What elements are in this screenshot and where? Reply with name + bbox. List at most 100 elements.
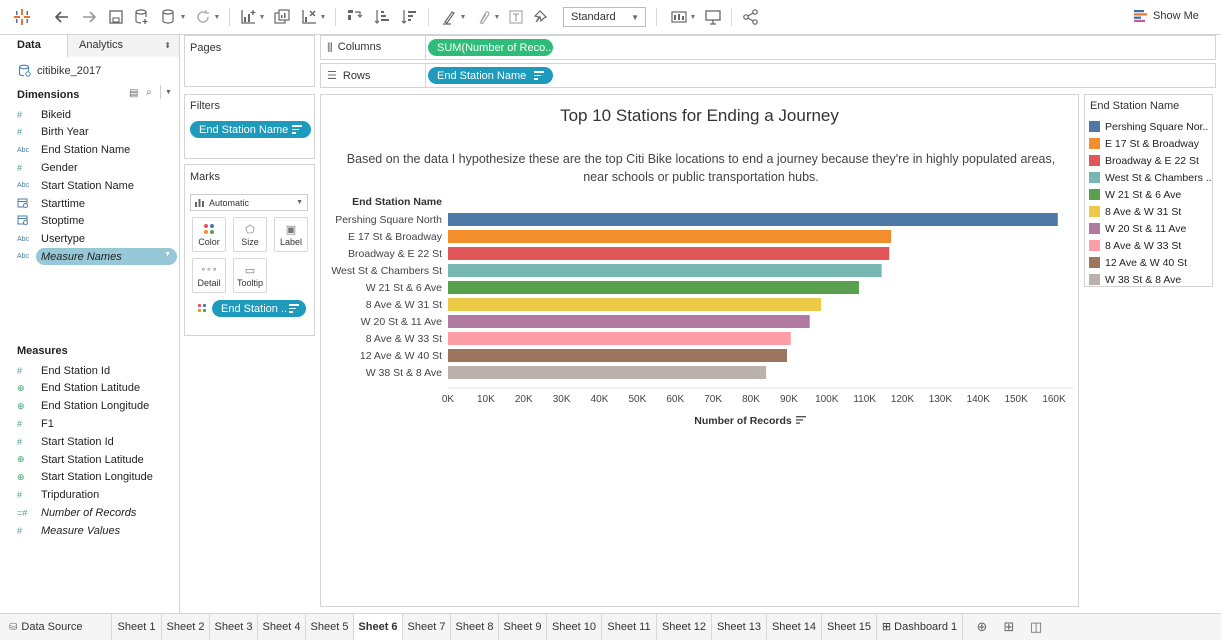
sheet-tab[interactable]: Sheet 2 bbox=[162, 614, 210, 640]
legend-item[interactable]: Broadway & E 22 St bbox=[1089, 152, 1199, 169]
field-item[interactable]: # Measure Values bbox=[17, 522, 120, 539]
sheet-tab[interactable]: Sheet 1 bbox=[112, 614, 162, 640]
columns-shelf[interactable]: ||| Columns SUM(Number of Reco.. bbox=[320, 35, 1216, 60]
label-button[interactable]: ▣ Label bbox=[274, 217, 308, 252]
legend-item[interactable]: W 21 St & 6 Ave bbox=[1089, 186, 1181, 203]
rows-shelf[interactable]: ☰ Rows End Station Name bbox=[320, 63, 1216, 88]
sheet-tab[interactable]: Sheet 8 bbox=[451, 614, 499, 640]
field-item[interactable]: # Bikeid bbox=[17, 106, 71, 123]
legend-item[interactable]: 8 Ave & W 33 St bbox=[1089, 237, 1181, 254]
sheet-tab[interactable]: Sheet 14 bbox=[767, 614, 822, 640]
marks-pill-end-station[interactable]: End Station .. bbox=[212, 300, 306, 317]
pin-icon[interactable] bbox=[532, 7, 552, 27]
tab-data[interactable]: Data bbox=[0, 35, 68, 57]
show-me-button[interactable]: Show Me bbox=[1134, 10, 1199, 22]
legend-item[interactable]: West St & Chambers .. bbox=[1089, 169, 1212, 186]
legend-item[interactable]: W 20 St & 11 Ave bbox=[1089, 220, 1186, 237]
swap-rows-columns-icon[interactable] bbox=[345, 7, 365, 27]
field-item[interactable]: ⊕ Start Station Latitude bbox=[17, 451, 144, 468]
tab-data-source[interactable]: ⛁ Data Source bbox=[0, 614, 112, 640]
fixed-axes-icon[interactable]: ▼ bbox=[667, 7, 699, 27]
refresh-icon[interactable]: ▼ bbox=[192, 7, 222, 27]
new-worksheet-icon[interactable]: ▼ bbox=[237, 7, 267, 27]
new-story-icon[interactable]: ◫ bbox=[1023, 614, 1049, 640]
group-members-icon[interactable]: ▼ bbox=[472, 7, 502, 27]
chevron-down-icon[interactable]: ▼ bbox=[165, 89, 172, 96]
field-item[interactable]: Abc Start Station Name bbox=[17, 177, 134, 194]
bar[interactable] bbox=[448, 230, 892, 243]
field-item[interactable]: ⊕ End Station Latitude bbox=[17, 380, 140, 397]
bar[interactable] bbox=[448, 264, 882, 277]
fit-view-select[interactable]: Standard ▼ bbox=[563, 7, 646, 27]
field-item[interactable]: Abc Usertype bbox=[17, 231, 85, 248]
field-item[interactable]: Starttime bbox=[17, 195, 85, 212]
sheet-tab[interactable]: Sheet 15 bbox=[822, 614, 877, 640]
bar[interactable] bbox=[448, 366, 767, 379]
field-item[interactable]: # F1 bbox=[17, 415, 54, 432]
new-worksheet-icon[interactable]: ⊕ bbox=[969, 614, 995, 640]
field-item[interactable]: # Gender bbox=[17, 159, 78, 176]
sheet-tab[interactable]: Sheet 13 bbox=[712, 614, 767, 640]
sheet-tab[interactable]: Sheet 5 bbox=[306, 614, 354, 640]
field-item[interactable]: # Start Station Id bbox=[17, 433, 114, 450]
tooltip-button[interactable]: ▭ Tooltip bbox=[233, 258, 267, 293]
show-mark-labels-icon[interactable] bbox=[506, 7, 526, 27]
sheet-tab[interactable]: Sheet 11 bbox=[602, 614, 657, 640]
filters-shelf[interactable]: Filters End Station Name bbox=[184, 94, 315, 159]
viz-area[interactable]: Top 10 Stations for Ending a Journey Bas… bbox=[320, 94, 1079, 607]
legend-item[interactable]: 8 Ave & W 31 St bbox=[1089, 203, 1181, 220]
rows-pill-end-station[interactable]: End Station Name bbox=[428, 67, 553, 84]
field-item[interactable]: ⊕ Start Station Longitude bbox=[17, 469, 153, 486]
legend-item[interactable]: E 17 St & Broadway bbox=[1089, 135, 1199, 152]
bar[interactable] bbox=[448, 213, 1058, 226]
clear-sheet-icon[interactable]: ▼ bbox=[298, 7, 328, 27]
new-datasource-icon[interactable] bbox=[132, 7, 152, 27]
bar[interactable] bbox=[448, 332, 791, 345]
sheet-tab[interactable]: Sheet 4 bbox=[258, 614, 306, 640]
field-item[interactable]: # Tripduration bbox=[17, 487, 99, 504]
presentation-mode-icon[interactable] bbox=[703, 7, 723, 27]
field-item[interactable]: Abc End Station Name bbox=[17, 142, 130, 159]
color-button[interactable]: Color bbox=[192, 217, 226, 252]
sheet-tab[interactable]: Sheet 10 bbox=[547, 614, 602, 640]
legend-item[interactable]: W 38 St & 8 Ave bbox=[1089, 271, 1181, 288]
sort-descending-icon[interactable] bbox=[399, 7, 419, 27]
field-item[interactable]: ⊕ End Station Longitude bbox=[17, 398, 149, 415]
bar-chart[interactable]: End Station Name Pershing Square North E 1… bbox=[321, 95, 1078, 606]
size-button[interactable]: ⬠ Size bbox=[233, 217, 267, 252]
bar[interactable] bbox=[448, 315, 810, 328]
back-icon[interactable] bbox=[52, 7, 72, 27]
sort-ascending-icon[interactable] bbox=[372, 7, 392, 27]
tab-analytics[interactable]: Analytics ⬍ bbox=[68, 35, 179, 57]
legend-item[interactable]: 12 Ave & W 40 St bbox=[1089, 254, 1187, 271]
new-dashboard-icon[interactable]: ⊞ bbox=[996, 614, 1022, 640]
sheet-tab[interactable]: Sheet 12 bbox=[657, 614, 712, 640]
search-icon[interactable]: ⌕ bbox=[146, 87, 152, 98]
sheet-tab[interactable]: Sheet 9 bbox=[499, 614, 547, 640]
sheet-tab[interactable]: Sheet 3 bbox=[210, 614, 258, 640]
columns-pill-sum-records[interactable]: SUM(Number of Reco.. bbox=[428, 39, 553, 56]
field-item[interactable]: # Birth Year bbox=[17, 124, 89, 141]
save-icon[interactable] bbox=[106, 7, 126, 27]
field-item[interactable]: Abc Measure Names bbox=[17, 248, 122, 265]
bar[interactable] bbox=[448, 247, 890, 260]
color-legend[interactable]: End Station Name Pershing Square Nor.. E … bbox=[1084, 94, 1213, 287]
tableau-logo-icon[interactable] bbox=[12, 7, 32, 27]
legend-item[interactable]: Pershing Square Nor.. bbox=[1089, 118, 1208, 135]
filter-pill-end-station[interactable]: End Station Name bbox=[190, 121, 311, 138]
view-toggle-icon[interactable]: ▤ bbox=[129, 88, 138, 99]
bar[interactable] bbox=[448, 298, 822, 311]
field-item[interactable]: =# Number of Records bbox=[17, 504, 136, 521]
highlight-icon[interactable]: ▼ bbox=[438, 7, 468, 27]
sort-icon[interactable] bbox=[796, 416, 806, 424]
sheet-tab[interactable]: Sheet 7 bbox=[403, 614, 451, 640]
field-item[interactable]: # End Station Id bbox=[17, 362, 110, 379]
mark-type-select[interactable]: Automatic ▼ bbox=[190, 194, 308, 211]
bar[interactable] bbox=[448, 349, 787, 362]
detail-button[interactable]: ∘∘∘ Detail bbox=[192, 258, 226, 293]
bar[interactable] bbox=[448, 281, 859, 294]
forward-icon[interactable] bbox=[79, 7, 99, 27]
dashboard-tab[interactable]: ⊞ Dashboard 1 bbox=[877, 614, 963, 640]
datasource-item[interactable]: citibike_2017 bbox=[18, 64, 101, 77]
pause-updates-icon[interactable]: ▼ bbox=[158, 7, 188, 27]
